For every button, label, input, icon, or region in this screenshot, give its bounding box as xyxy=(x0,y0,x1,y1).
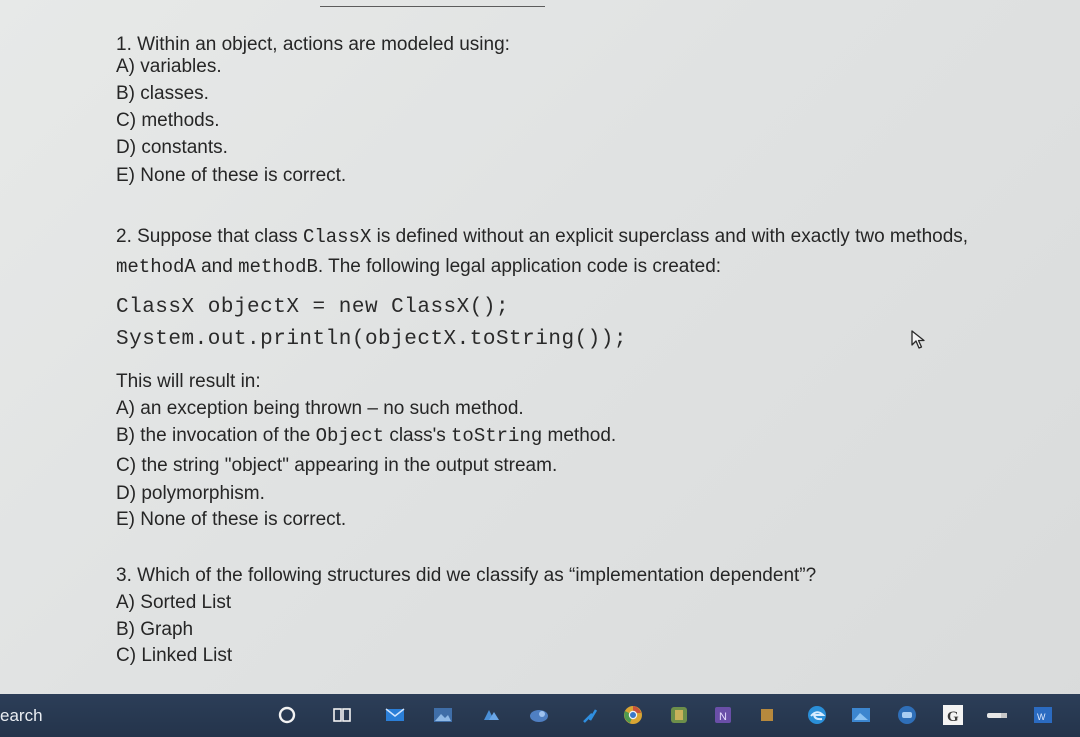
option-b-object-code: Object xyxy=(315,425,385,447)
question-2-prompt-text: 2. Suppose that class xyxy=(116,226,303,247)
question-2-option-d: D) polymorphism. xyxy=(116,483,265,504)
question-2-method-b: methodB xyxy=(238,256,318,278)
option-b-text-3: method. xyxy=(542,425,617,446)
question-2-and-text: and xyxy=(195,256,239,277)
app-icon[interactable] xyxy=(668,704,690,726)
question-2-option-a: A) an exception being thrown – no such m… xyxy=(116,398,524,419)
question-2-option-c: C) the string "object" appearing in the … xyxy=(116,455,558,476)
app-icon[interactable] xyxy=(850,704,872,726)
option-b-text-1: B) the invocation of the xyxy=(116,425,316,446)
question-1-prompt: 1. Within an object, actions are modeled… xyxy=(116,34,510,55)
question-2-method-a: methodA xyxy=(116,256,196,278)
question-2-option-b: B) the invocation of the Object class's … xyxy=(116,424,616,448)
svg-text:G: G xyxy=(947,709,959,725)
task-view-icon[interactable] xyxy=(331,704,353,726)
app-icon[interactable] xyxy=(528,704,550,726)
question-1-option-c: C) methods. xyxy=(116,110,220,131)
question-2-option-e: E) None of these is correct. xyxy=(116,509,347,530)
mail-icon[interactable] xyxy=(384,704,406,726)
question-3-prompt: 3. Which of the following structures did… xyxy=(116,565,817,586)
question-1-option-e: E) None of these is correct. xyxy=(116,165,347,186)
google-app-icon[interactable]: G xyxy=(942,704,964,726)
question-3-option-a: A) Sorted List xyxy=(116,592,232,613)
cortana-circle-icon[interactable] xyxy=(276,704,298,726)
app-arrow-icon[interactable] xyxy=(578,704,600,726)
onedrive-icon[interactable] xyxy=(480,704,502,726)
onenote-icon[interactable]: N xyxy=(712,704,734,726)
word-icon[interactable]: W xyxy=(1032,704,1054,726)
question-2-prompt-text-2: is defined without an explicit superclas… xyxy=(371,226,969,247)
mouse-cursor-icon xyxy=(910,330,928,350)
svg-text:N: N xyxy=(719,711,727,723)
edge-icon[interactable] xyxy=(806,704,828,726)
question-1-option-a: A) variables. xyxy=(116,56,222,77)
taskbar: earch N G W xyxy=(0,694,1080,737)
screen: 1. Within an object, actions are modeled… xyxy=(0,0,1080,737)
question-2-prompt-line-1: 2. Suppose that class ClassX is defined … xyxy=(116,225,968,249)
option-b-tostring-code: toString xyxy=(451,425,543,447)
app-icon[interactable] xyxy=(756,704,778,726)
top-divider xyxy=(320,6,545,7)
question-1-option-d: D) constants. xyxy=(116,137,228,158)
question-2-prompt-line-2: methodA and methodB. The following legal… xyxy=(116,255,721,279)
code-line-1: ClassX objectX = new ClassX(); xyxy=(116,296,510,319)
option-b-text-2: class's xyxy=(384,425,452,446)
question-2-lead: This will result in: xyxy=(116,371,261,392)
question-1-option-b: B) classes. xyxy=(116,83,209,104)
pen-icon[interactable] xyxy=(986,704,1008,726)
question-2-class-name: ClassX xyxy=(302,226,372,248)
chrome-icon[interactable] xyxy=(622,704,644,726)
svg-text:W: W xyxy=(1037,712,1046,722)
question-3-option-b: B) Graph xyxy=(116,619,194,640)
code-line-2: System.out.println(objectX.toString()); xyxy=(116,328,627,351)
question-3-option-c: C) Linked List xyxy=(116,645,233,666)
app-icon[interactable] xyxy=(896,704,918,726)
taskbar-search-box[interactable]: earch xyxy=(0,706,43,726)
question-2-prompt-text-3: . The following legal application code i… xyxy=(317,256,722,277)
photos-icon[interactable] xyxy=(432,704,454,726)
